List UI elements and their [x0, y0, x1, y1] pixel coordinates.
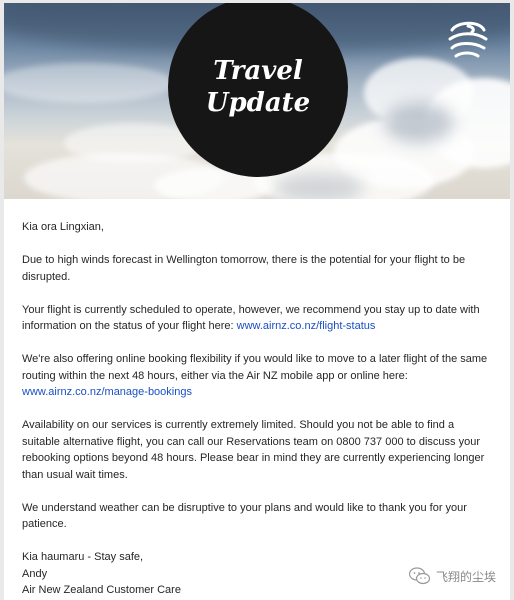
- travel-update-badge: Travel Update: [168, 3, 348, 177]
- wechat-icon: [408, 567, 431, 585]
- paragraph-availability: Availability on our services is currentl…: [22, 419, 485, 481]
- paragraph-flight-status: Your flight is currently scheduled to op…: [22, 302, 490, 335]
- sender-team: Air New Zealand Customer Care: [22, 584, 181, 596]
- banner-heading-line2: Update: [205, 88, 311, 118]
- paragraph-thanks: We understand weather can be disruptive …: [22, 501, 467, 531]
- greeting: Kia ora Lingxian,: [22, 221, 104, 233]
- manage-bookings-link[interactable]: www.airnz.co.nz/manage-bookings: [22, 386, 192, 398]
- email-message: Travel Update Kia ora Lingxian, Due to h…: [4, 3, 510, 600]
- paragraph-disruption: Due to high winds forecast in Wellington…: [22, 254, 466, 283]
- signoff: Kia haumaru - Stay safe,: [22, 551, 144, 563]
- koru-icon: [448, 21, 488, 58]
- watermark: 飞翔的尘埃: [408, 567, 496, 585]
- sender-name: Andy: [22, 567, 48, 580]
- paragraph-booking-flexibility-text: We're also offering online booking flexi…: [22, 353, 488, 382]
- watermark-text: 飞翔的尘埃: [435, 569, 496, 584]
- paragraph-booking-flexibility: We're also offering online booking flexi…: [22, 351, 490, 401]
- banner-heading-line1: Travel: [213, 56, 303, 86]
- email-body: Kia ora Lingxian, Due to high winds fore…: [4, 199, 510, 599]
- banner: Travel Update: [4, 3, 510, 199]
- flight-status-link[interactable]: www.airnz.co.nz/flight-status: [237, 320, 376, 332]
